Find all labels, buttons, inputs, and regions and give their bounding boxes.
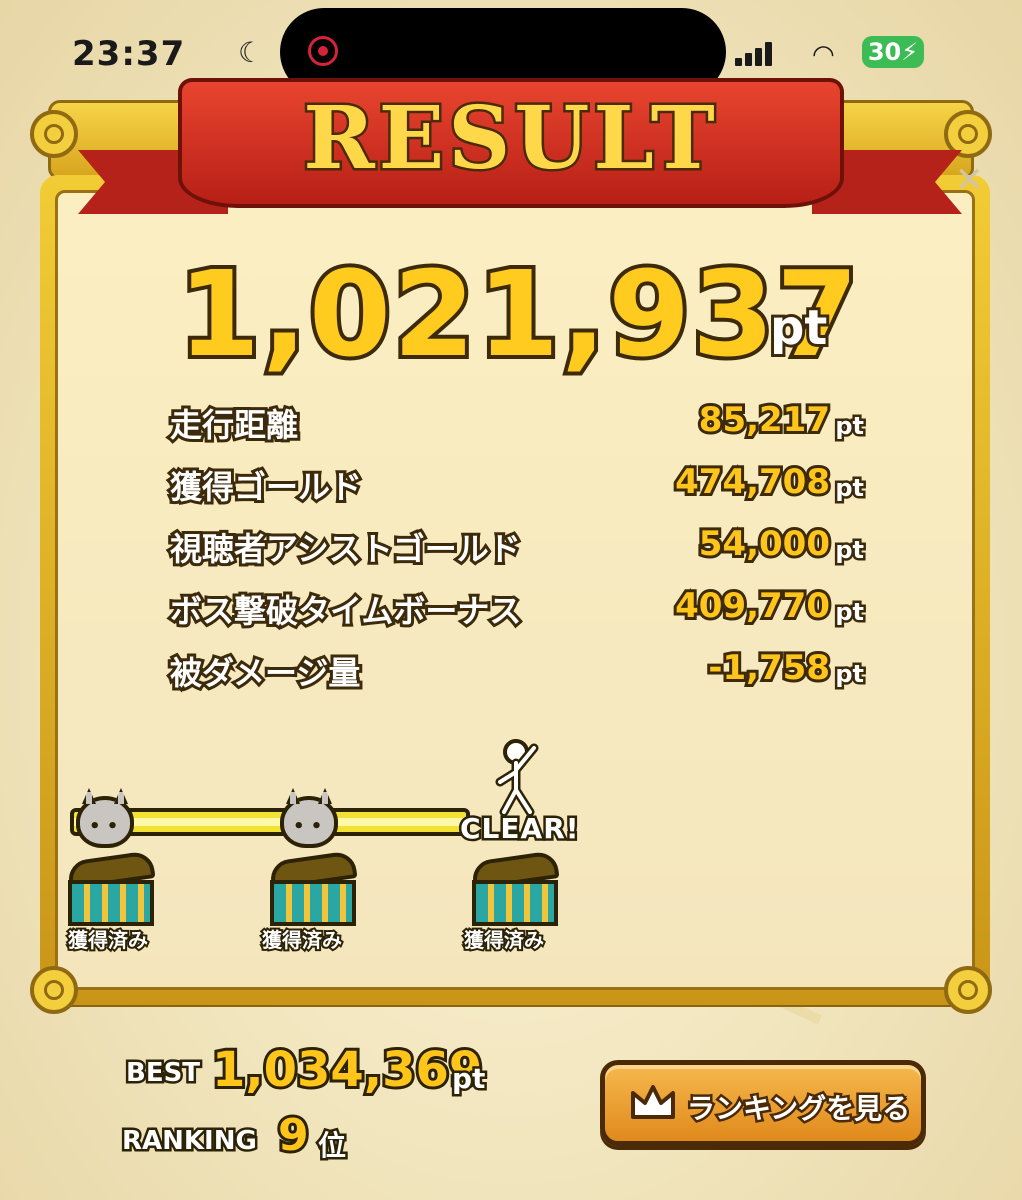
score-value: -1,758 [705,645,833,691]
clear-label: CLEAR! [458,810,582,848]
wifi-icon: ◠ [812,40,835,70]
frame-corner-ornament [30,966,78,1014]
crown-icon [631,1085,675,1119]
score-unit: pt [833,472,867,505]
frame-corner-ornament [944,966,992,1014]
score-label: 被ダメージ量 [167,651,363,695]
chest-status-label: 獲得済み [462,926,546,954]
score-label: ボス撃破タイムボーナス [167,589,524,633]
score-unit: pt [833,658,867,691]
view-ranking-button[interactable]: ランキングを見る [600,1060,926,1146]
view-ranking-label: ランキングを見る [684,1090,912,1128]
boss-marker-icon: • • [280,796,338,848]
score-unit: pt [833,596,867,629]
chest-status-label: 獲得済み [66,926,150,954]
score-value: 409,770 [672,583,833,629]
score-label: 視聴者アシストゴールド [167,527,524,571]
battery-icon: 30 ⚡ [862,36,924,68]
ranking-label: RANKING [120,1124,260,1159]
score-label: 獲得ゴールド [167,465,365,509]
score-row-viewer-assist: 視聴者アシストゴールド 54,000 pt [167,521,870,574]
score-unit: pt [833,534,867,567]
score-row-distance: 走行距離 85,217 pt [167,397,870,450]
close-icon[interactable]: ✕ [955,160,984,200]
recording-icon [308,36,338,66]
battery-level: 30 [867,38,902,66]
score-row-gold: 獲得ゴールド 474,708 pt [167,459,870,512]
score-label: 走行距離 [167,403,301,447]
boss-marker-icon: • • [76,796,134,848]
score-row-boss-bonus: ボス撃破タイムボーナス 409,770 pt [167,583,870,636]
score-value: 54,000 [696,521,833,567]
score-value: 474,708 [672,459,833,505]
ranking-unit: 位 [315,1127,348,1165]
best-score-unit: pt [449,1060,488,1098]
treasure-chest-icon [66,850,156,926]
ranking-value: 9 [275,1107,312,1164]
runner-character-icon [495,739,539,816]
frame-corner-ornament [30,110,78,158]
treasure-chest-icon [268,850,358,926]
best-score-value: 1,034,369 [209,1039,485,1101]
score-value: 85,217 [696,397,833,443]
total-score: 1,021,937 [174,241,862,387]
best-score-label: BEST [123,1056,202,1091]
focus-moon-icon: ☾ [238,36,264,69]
score-row-damage: 被ダメージ量 -1,758 pt [167,645,870,698]
treasure-chest-icon [470,850,560,926]
page-title: RESULT [301,86,719,192]
cellular-signal-icon [735,42,775,66]
score-unit: pt [833,410,867,443]
status-time: 23:37 [72,34,186,74]
total-score-unit: pt [767,297,830,359]
chest-status-label: 獲得済み [260,926,344,954]
